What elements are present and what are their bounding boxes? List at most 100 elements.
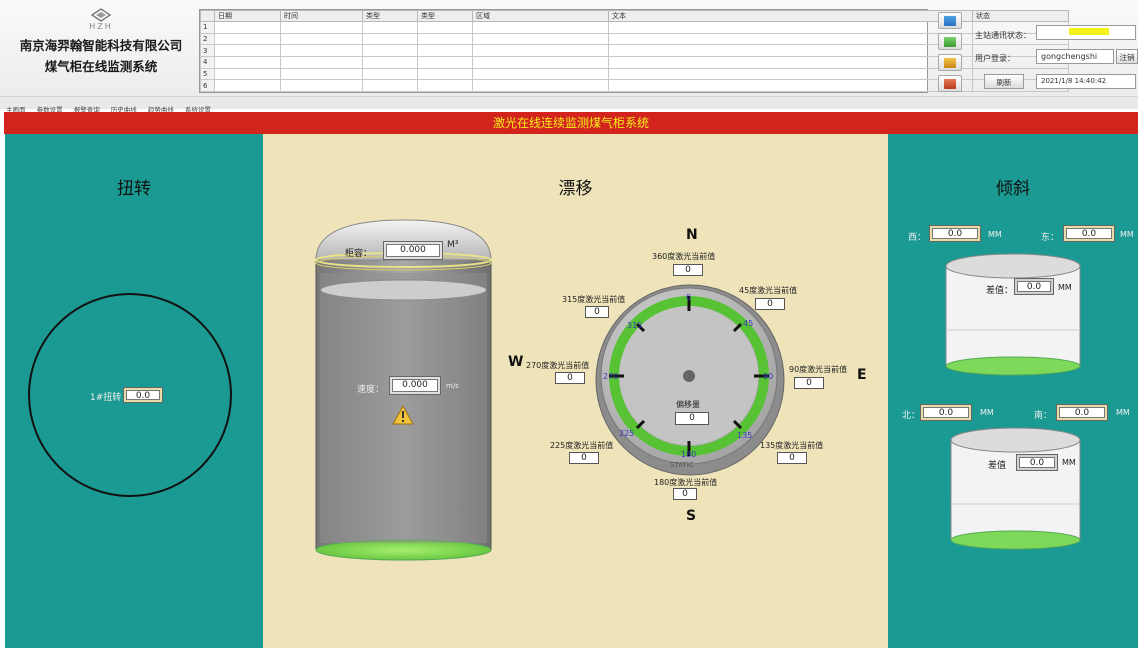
dial-deg-90: 90: [763, 372, 773, 381]
laser-270-value: 0: [555, 372, 585, 384]
dial-deg-180: 180: [681, 450, 696, 459]
tilt-cylinder-ns: [950, 427, 1081, 550]
column-header-area[interactable]: 区域: [472, 10, 609, 22]
laser-180-value: 0: [673, 488, 697, 500]
dial-deg-45: 45: [743, 319, 753, 328]
column-header-status[interactable]: 状态: [972, 10, 1069, 22]
laser-315-label: 315度激光当前值: [562, 295, 626, 304]
compass-north: N: [686, 227, 698, 243]
comm-status-indicator: [1069, 28, 1109, 35]
row-number: 2: [200, 32, 215, 46]
login-label: 用户登录：: [975, 54, 1015, 63]
diff-ew-value: 0.0: [1017, 281, 1051, 292]
drift-compass-dial: 0 45 90 135 180 225 270 315 STATIC: [595, 284, 785, 476]
west-value-box: 0.0: [929, 225, 981, 242]
south-unit: MM: [1116, 408, 1130, 417]
refresh-button[interactable]: 刷新: [984, 74, 1024, 89]
twist-panel: 扭转 1#扭转： 0.0: [5, 134, 263, 648]
laser-225-value: 0: [569, 452, 599, 464]
diff-ew-unit: MM: [1058, 283, 1072, 292]
logo: HZH 南京海羿翰智能科技有限公司 煤气柜在线监测系统: [6, 8, 196, 90]
offset-label: 偏移量: [676, 400, 700, 409]
row-number: 5: [200, 67, 215, 81]
north-value-box: 0.0: [920, 404, 972, 421]
diff-ns-unit: MM: [1062, 458, 1076, 467]
dial-deg-270: 270: [603, 372, 618, 381]
drift-panel: 漂移 柜容： 0.000 M³ 速度： 0.000 m/s 0 45 90 13…: [263, 134, 888, 648]
login-user-field[interactable]: gongchengshi: [1036, 49, 1114, 64]
capacity-unit: M³: [447, 240, 459, 250]
dial-deg-0: 0: [686, 293, 691, 302]
alarm-log-table[interactable]: 日期 时间 类型 类型 区域 文本 状态 1 2 3 4 5 6: [199, 9, 1069, 93]
east-label: 东：: [1041, 233, 1060, 243]
tilt-cylinder-ew: [945, 253, 1081, 376]
comm-status-label: 主站通讯状态：: [975, 31, 1031, 40]
dial-deg-135: 135: [737, 431, 752, 440]
south-label: 南：: [1034, 411, 1053, 421]
capacity-label: 柜容：: [345, 249, 373, 259]
diff-ew-label: 差值：: [986, 286, 1014, 296]
north-label: 北：: [902, 411, 921, 421]
menu-bar: 主画面 参数设置 报警查询 历史曲线 趋势曲线 系统设置: [0, 96, 1138, 114]
row-number: 3: [200, 44, 215, 57]
logo-text: HZH: [89, 22, 113, 31]
laser-270-label: 270度激光当前值: [526, 361, 590, 370]
company-name: 南京海羿翰智能科技有限公司: [19, 38, 183, 53]
west-unit: MM: [988, 230, 1002, 239]
east-unit: MM: [1120, 230, 1134, 239]
speed-label: 速度：: [357, 385, 385, 395]
speed-value: 0.000: [392, 379, 438, 392]
dial-static-text: STATIC: [670, 461, 694, 469]
laser-90-value: 0: [794, 377, 824, 389]
table-corner: [200, 10, 215, 22]
diff-ew-value-box: 0.0: [1014, 278, 1054, 295]
table-icon[interactable]: [938, 12, 962, 29]
east-value: 0.0: [1066, 228, 1112, 239]
tilt-panel: 倾斜 西： 0.0 MM 东： 0.0 MM 差值： 0.0 MM 北： 0.0…: [888, 134, 1138, 648]
laser-135-label: 135度激光当前值: [760, 441, 824, 450]
laser-225-label: 225度激光当前值: [550, 441, 614, 450]
row-number: 4: [200, 55, 215, 69]
drift-title: 漂移: [558, 179, 593, 199]
system-name: 煤气柜在线监测系统: [44, 59, 158, 74]
diff-ns-value: 0.0: [1019, 457, 1055, 468]
compass-west: W: [508, 354, 524, 370]
twist-title: 扭转: [117, 179, 151, 199]
laser-180-label: 180度激光当前值: [654, 478, 718, 487]
east-value-box: 0.0: [1063, 225, 1115, 242]
west-label: 西：: [908, 233, 927, 243]
laser-45-value: 0: [755, 298, 785, 310]
speed-value-box: 0.000: [389, 376, 441, 395]
laser-360-value: 0: [673, 264, 703, 276]
laser-90-label: 90度激光当前值: [789, 365, 848, 374]
export-icon[interactable]: [938, 75, 962, 92]
logout-button[interactable]: 注销: [1116, 49, 1138, 64]
header: HZH 南京海羿翰智能科技有限公司 煤气柜在线监测系统 日期 时间 类型 类型 …: [0, 0, 1138, 96]
compass-south: S: [686, 508, 697, 524]
refresh-icon[interactable]: [938, 33, 962, 50]
column-header-time[interactable]: 时间: [280, 10, 363, 22]
column-header-type[interactable]: 类型: [362, 10, 418, 22]
north-value: 0.0: [923, 407, 969, 418]
diff-ns-value-box: 0.0: [1016, 454, 1058, 471]
column-header-type-2[interactable]: 类型: [417, 10, 473, 22]
dial-deg-315: 315: [627, 321, 642, 330]
company-logo-icon: [90, 8, 112, 22]
laser-45-label: 45度激光当前值: [739, 286, 798, 295]
laser-360-label: 360度激光当前值: [652, 252, 716, 261]
capacity-value: 0.000: [386, 244, 440, 257]
offset-value: 0: [675, 412, 709, 425]
column-header-text[interactable]: 文本: [608, 10, 973, 22]
print-icon[interactable]: [938, 54, 962, 71]
column-header-date[interactable]: 日期: [214, 10, 281, 22]
hmi-window: HZH 南京海羿翰智能科技有限公司 煤气柜在线监测系统 日期 时间 类型 类型 …: [0, 0, 1138, 648]
datetime-field: 2021/1/8 14:40:42: [1036, 74, 1136, 89]
speed-unit: m/s: [446, 382, 459, 390]
laser-135-value: 0: [777, 452, 807, 464]
tilt-title: 倾斜: [996, 179, 1030, 199]
south-value-box: 0.0: [1056, 404, 1108, 421]
west-value: 0.0: [932, 228, 978, 239]
row-number: 1: [200, 21, 215, 34]
laser-315-value: 0: [585, 306, 609, 318]
capacity-value-box: 0.000: [383, 241, 443, 260]
